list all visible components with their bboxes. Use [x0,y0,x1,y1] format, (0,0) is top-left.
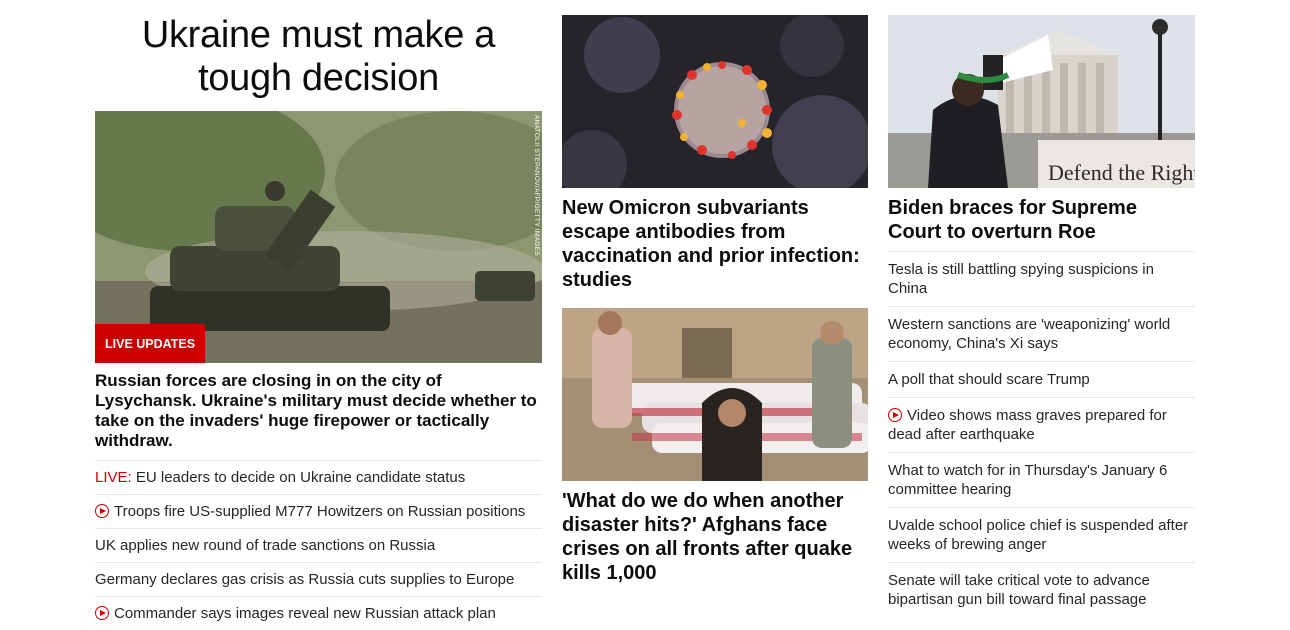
play-video-icon [95,606,109,620]
play-video-icon [95,504,109,518]
link-text: Troops fire US-supplied M777 Howitzers o… [114,503,526,520]
related-link-4[interactable]: Germany declares gas crisis as Russia cu… [95,571,514,588]
list-item[interactable]: What to watch for in Thursday's January … [888,453,1195,508]
right-link-7[interactable]: Senate will take critical vote to advanc… [888,572,1150,608]
lead-related-links: LIVE: EU leaders to decide on Ukraine ca… [95,461,542,630]
omicron-image[interactable] [562,15,868,188]
afghan-photo-illustration [562,308,868,481]
afghan-image[interactable] [562,308,868,481]
roe-headline[interactable]: Biden braces for Supreme Court to overtu… [888,196,1195,244]
middle-column: New Omicron subvariants escape antibodie… [562,0,868,585]
link-text: EU leaders to decide on Ukraine candidat… [131,469,466,486]
lead-column: Ukraine must make a tough decision ANATO… [95,0,542,630]
photo-credit: ANATOLII STEPANOV/AFP/GETTY IMAGES [533,115,540,256]
lead-headline[interactable]: Ukraine must make a tough decision [95,14,542,99]
virus-illustration [562,15,868,188]
list-item[interactable]: Western sanctions are 'weaponizing' worl… [888,307,1195,362]
list-item[interactable]: Uvalde school police chief is suspended … [888,508,1195,563]
lead-image[interactable]: ANATOLII STEPANOV/AFP/GETTY IMAGES LIVE … [95,111,542,363]
list-item[interactable]: Commander says images reveal new Russian… [95,597,542,630]
list-item[interactable]: Troops fire US-supplied M777 Howitzers o… [95,495,542,529]
right-related-links: Tesla is still battling spying suspicion… [888,251,1195,617]
related-link-3[interactable]: UK applies new round of trade sanctions … [95,537,435,554]
protest-photo-illustration: Defend the Right [888,15,1195,188]
list-item[interactable]: A poll that should scare Trump [888,362,1195,398]
link-text: Commander says images reveal new Russian… [114,605,496,622]
list-item[interactable]: Senate will take critical vote to advanc… [888,563,1195,617]
link-text: Video shows mass graves prepared for dea… [888,407,1167,443]
right-link-5[interactable]: What to watch for in Thursday's January … [888,462,1167,498]
protest-sign-text: Defend the Right [1048,160,1195,185]
live-prefix: LIVE: [95,469,132,486]
roe-image[interactable]: Defend the Right [888,15,1195,188]
afghan-headline[interactable]: 'What do we do when another disaster hit… [562,489,868,585]
play-video-icon [888,408,902,422]
list-item[interactable]: LIVE: EU leaders to decide on Ukraine ca… [95,461,542,495]
related-link-1[interactable]: LIVE: EU leaders to decide on Ukraine ca… [95,469,465,486]
omicron-headline[interactable]: New Omicron subvariants escape antibodie… [562,196,868,292]
right-link-2[interactable]: Western sanctions are 'weaponizing' worl… [888,316,1170,352]
afghan-link[interactable]: 'What do we do when another disaster hit… [562,490,852,584]
list-item[interactable]: Germany declares gas crisis as Russia cu… [95,563,542,597]
right-column: Defend the Right Biden braces for Suprem… [888,0,1195,617]
lead-summary[interactable]: Russian forces are closing in on the cit… [95,371,542,461]
list-item[interactable]: UK applies new round of trade sanctions … [95,529,542,563]
right-link-6[interactable]: Uvalde school police chief is suspended … [888,517,1188,553]
related-link-5[interactable]: Commander says images reveal new Russian… [95,605,496,622]
right-link-4[interactable]: Video shows mass graves prepared for dea… [888,407,1167,443]
right-link-1[interactable]: Tesla is still battling spying suspicion… [888,261,1154,297]
right-link-3[interactable]: A poll that should scare Trump [888,371,1090,388]
list-item[interactable]: Tesla is still battling spying suspicion… [888,252,1195,307]
omicron-link[interactable]: New Omicron subvariants escape antibodie… [562,197,860,291]
list-item[interactable]: Video shows mass graves prepared for dea… [888,398,1195,453]
lead-summary-link[interactable]: Russian forces are closing in on the cit… [95,371,537,450]
roe-link[interactable]: Biden braces for Supreme Court to overtu… [888,197,1137,243]
related-link-2[interactable]: Troops fire US-supplied M777 Howitzers o… [95,503,525,520]
live-updates-badge[interactable]: LIVE UPDATES [95,324,206,363]
